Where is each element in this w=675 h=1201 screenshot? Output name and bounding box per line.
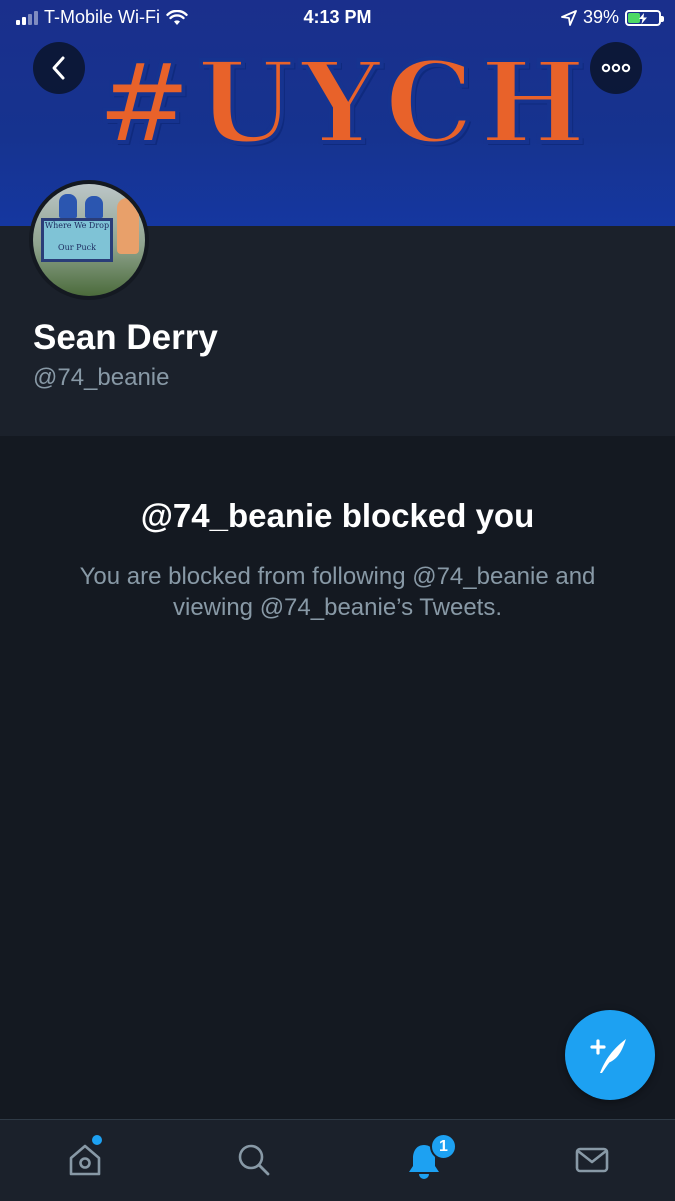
compose-tweet-icon [590,1039,626,1073]
blocked-description: You are blocked from following @74_beani… [79,563,596,621]
notification-count-badge: 1 [430,1133,457,1160]
home-icon [69,1144,101,1176]
battery-charging-icon [625,9,664,26]
battery-percent: 39% [582,7,619,27]
status-right-group: 39% [561,7,664,28]
more-horizontal-icon [601,63,631,73]
banner-text: #UYCH [95,38,592,169]
messages-icon [575,1147,609,1173]
status-bar: T-Mobile Wi-Fi 4:13 PM 39% [0,0,675,36]
avatar-sign-line1: Where We Drop [44,221,110,230]
compose-tweet-button[interactable] [565,1010,655,1100]
home-new-indicator [92,1135,102,1145]
search-icon [238,1144,270,1176]
avatar-sign: Where We Drop Our Puck [41,218,113,262]
avatar-sign-line2: Our Puck [58,243,96,252]
more-button[interactable] [590,42,642,94]
nav-home[interactable] [63,1138,107,1182]
display-name: Sean Derry [33,318,218,357]
handle: @74_beanie [33,364,170,391]
bottom-nav: 1 [0,1119,675,1201]
avatar[interactable]: Where We Drop Our Puck [29,180,149,300]
back-button[interactable] [33,42,85,94]
chevron-left-icon [52,56,65,80]
avatar-person [59,194,77,218]
avatar-person [85,196,103,218]
nav-messages[interactable] [570,1138,614,1182]
bolt-icon [639,12,647,24]
nav-search[interactable] [232,1138,276,1182]
location-arrow-icon [561,9,577,26]
blocked-title: @74_beanie blocked you [140,497,535,534]
avatar-person [117,198,139,254]
avatar-photo: Where We Drop Our Puck [33,184,145,296]
